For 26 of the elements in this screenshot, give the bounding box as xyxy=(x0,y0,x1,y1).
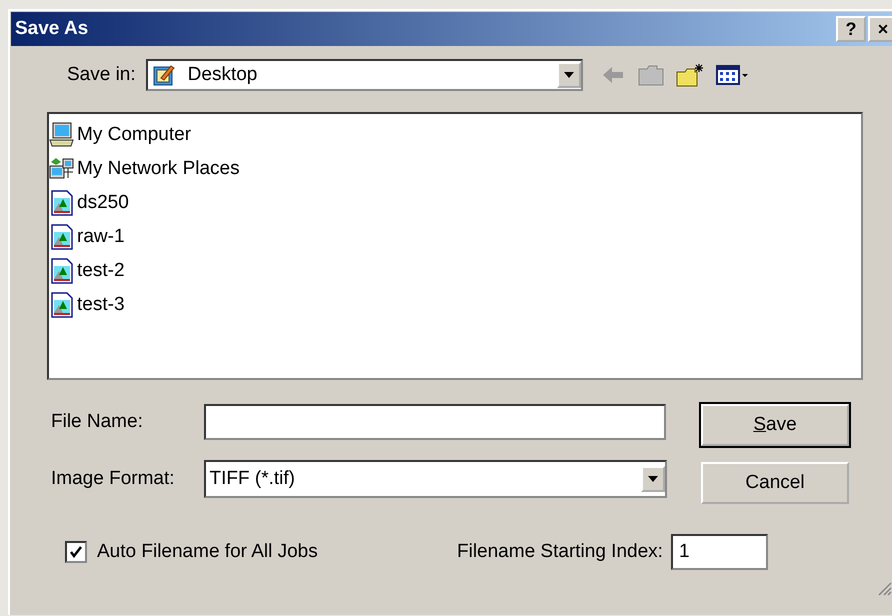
help-button[interactable]: ? xyxy=(836,16,866,42)
save-in-label: Save in: xyxy=(67,64,136,86)
file-list-item[interactable]: test-3 xyxy=(49,288,861,322)
file-name-field[interactable] xyxy=(204,404,666,440)
file-list-item[interactable]: My Computer xyxy=(49,118,861,152)
file-list-item[interactable]: test-2 xyxy=(49,254,861,288)
auto-filename-checkbox[interactable]: Auto Filename for All Jobs xyxy=(65,541,445,563)
window-title: Save As xyxy=(15,18,88,40)
file-name-label: File Name: xyxy=(50,411,144,433)
save-in-dropdown[interactable]: Desktop xyxy=(146,59,583,91)
image-format-dropdown[interactable]: TIFF (*.tif) xyxy=(204,460,667,498)
close-button[interactable]: × xyxy=(868,16,892,42)
new-folder-icon[interactable] xyxy=(674,62,705,88)
file-list-item[interactable]: raw-1 xyxy=(49,220,861,254)
file-list-item[interactable]: ds250 xyxy=(49,186,861,220)
resize-grip-icon[interactable] xyxy=(876,580,892,596)
starting-index-label: Filename Starting Index: xyxy=(457,541,663,563)
starting-index-field[interactable]: 1 xyxy=(670,534,768,570)
checkmark-icon xyxy=(69,545,83,559)
image-format-label: Image Format: xyxy=(50,468,176,490)
save-button[interactable]: Save xyxy=(701,404,849,446)
file-list-item[interactable]: My Network Places xyxy=(49,152,861,186)
desktop-icon xyxy=(152,63,176,87)
view-menu-icon[interactable] xyxy=(714,63,749,87)
computer-icon xyxy=(49,122,75,148)
cancel-button[interactable]: Cancel xyxy=(701,462,849,504)
